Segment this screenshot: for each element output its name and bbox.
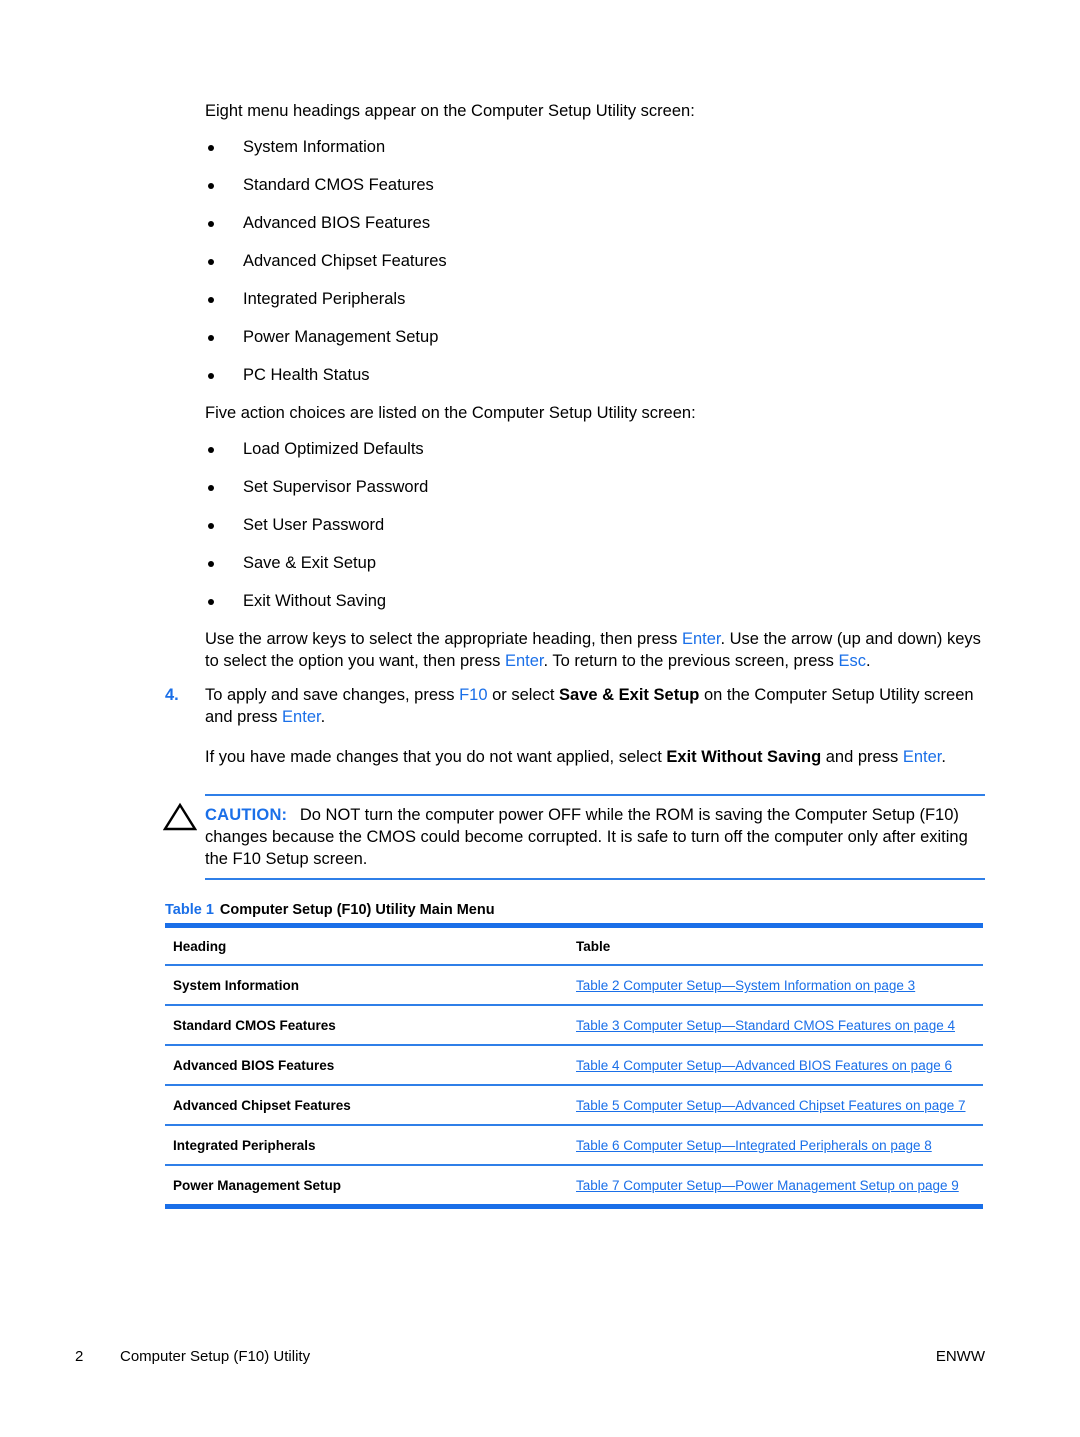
list-item: PC Health Status: [205, 364, 985, 386]
list-item: Save & Exit Setup: [205, 552, 985, 574]
cross-reference-link[interactable]: Table 4 Computer Setup—Advanced BIOS Fea…: [576, 1058, 952, 1073]
table-row: Advanced BIOS Features Table 4 Computer …: [165, 1045, 983, 1086]
key-enter: Enter: [902, 748, 942, 766]
procedure-step-4-note: If you have made changes that you do not…: [205, 746, 985, 768]
list-item: Set Supervisor Password: [205, 476, 985, 498]
table-caption: Table 1 Computer Setup (F10) Utility Main…: [165, 902, 985, 918]
note-text-part1: If you have made changes that you do not…: [205, 748, 667, 766]
note-text-part2: and press: [821, 748, 903, 766]
list-item: Advanced BIOS Features: [205, 212, 985, 234]
key-enter: Enter: [504, 652, 544, 670]
cell-heading: Standard CMOS Features: [165, 1005, 568, 1046]
step-text-part1: To apply and save changes, press: [205, 686, 460, 704]
table-caption-title: Computer Setup (F10) Utility Main Menu: [219, 902, 495, 918]
cell-heading: Integrated Peripherals: [165, 1125, 568, 1166]
cell-link: Table 2 Computer Setup—System Informatio…: [568, 965, 983, 1006]
list-item: Standard CMOS Features: [205, 174, 985, 196]
column-header-heading: Heading: [165, 923, 568, 966]
list-item: Power Management Setup: [205, 326, 985, 348]
table-block: Table 1 Computer Setup (F10) Utility Main…: [165, 902, 985, 1209]
table-row: Standard CMOS Features Table 3 Computer …: [165, 1005, 983, 1046]
nav-text-part1: Use the arrow keys to select the appropr…: [205, 630, 682, 648]
intro-action-choices: Five action choices are listed on the Co…: [205, 404, 696, 422]
list-item: Advanced Chipset Features: [205, 250, 985, 272]
step-text-part2: or select: [487, 686, 560, 704]
document-page: Eight menu headings appear on the Comput…: [0, 0, 1080, 1437]
footer-left: 2 Computer Setup (F10) Utility: [75, 1348, 310, 1365]
emphasis-exit-without-saving: Exit Without Saving: [666, 748, 822, 766]
cell-link: Table 3 Computer Setup—Standard CMOS Fea…: [568, 1005, 983, 1046]
cross-reference-link[interactable]: Table 7 Computer Setup—Power Management …: [576, 1178, 959, 1193]
caution-text: Do NOT turn the computer power OFF while…: [205, 806, 968, 868]
table-row: Power Management Setup Table 7 Computer …: [165, 1165, 983, 1209]
cell-heading: Advanced Chipset Features: [165, 1085, 568, 1126]
table-row: System Information Table 2 Computer Setu…: [165, 965, 983, 1006]
navigation-paragraph: Use the arrow keys to select the appropr…: [205, 628, 985, 672]
note-text-part3: .: [941, 748, 946, 766]
page-content: Eight menu headings appear on the Comput…: [162, 100, 985, 1209]
list-item: System Information: [205, 136, 985, 158]
action-choices-list: Load Optimized Defaults Set Supervisor P…: [165, 438, 985, 612]
table-row: Integrated Peripherals Table 6 Computer …: [165, 1125, 983, 1166]
footer-locale: ENWW: [935, 1348, 985, 1365]
table-row: Advanced Chipset Features Table 5 Comput…: [165, 1085, 983, 1126]
list-item: Exit Without Saving: [205, 590, 985, 612]
list-item: Set User Password: [205, 514, 985, 536]
key-enter: Enter: [282, 708, 321, 726]
emphasis-save-exit-setup: Save & Exit Setup: [559, 686, 700, 704]
caution-admonition: CAUTION: Do NOT turn the computer power …: [162, 794, 985, 880]
column-header-table: Table: [568, 923, 983, 966]
caution-body: CAUTION: Do NOT turn the computer power …: [162, 796, 985, 872]
main-menu-table: Heading Table System Information Table 2…: [165, 923, 983, 1209]
cell-link: Table 5 Computer Setup—Advanced Chipset …: [568, 1085, 983, 1126]
step-number: 4.: [165, 686, 179, 704]
cell-link: Table 6 Computer Setup—Integrated Periph…: [568, 1125, 983, 1166]
table-caption-number: Table 1: [165, 902, 214, 918]
key-f10: F10: [459, 686, 488, 704]
cell-link: Table 7 Computer Setup—Power Management …: [568, 1165, 983, 1209]
caution-label: CAUTION:: [205, 806, 288, 824]
cell-heading: Advanced BIOS Features: [165, 1045, 568, 1086]
caution-bottom-rule: [205, 878, 985, 880]
list-item: Integrated Peripherals: [205, 288, 985, 310]
page-number: 2: [75, 1348, 84, 1365]
step-text-part4: .: [320, 708, 326, 726]
procedure-step-4: 4. To apply and save changes, press F10 o…: [165, 684, 985, 728]
warning-triangle-icon: [162, 802, 198, 832]
cell-heading: System Information: [165, 965, 568, 1006]
cross-reference-link[interactable]: Table 3 Computer Setup—Standard CMOS Fea…: [576, 1018, 955, 1033]
table-header-row: Heading Table: [165, 923, 983, 966]
cell-heading: Power Management Setup: [165, 1165, 568, 1209]
footer-chapter-title: Computer Setup (F10) Utility: [120, 1348, 311, 1365]
key-enter: Enter: [681, 630, 721, 648]
cross-reference-link[interactable]: Table 6 Computer Setup—Integrated Periph…: [576, 1138, 932, 1153]
cross-reference-link[interactable]: Table 2 Computer Setup—System Informatio…: [576, 978, 915, 993]
list-item: Load Optimized Defaults: [205, 438, 985, 460]
intro-menu-headings: Eight menu headings appear on the Comput…: [205, 102, 695, 120]
nav-text-part4: .: [866, 652, 871, 670]
cross-reference-link[interactable]: Table 5 Computer Setup—Advanced Chipset …: [576, 1098, 966, 1113]
key-esc: Esc: [838, 652, 866, 670]
cell-link: Table 4 Computer Setup—Advanced BIOS Fea…: [568, 1045, 983, 1086]
nav-text-part3: . To return to the previous screen, pres…: [543, 652, 839, 670]
menu-headings-list: System Information Standard CMOS Feature…: [165, 136, 985, 386]
